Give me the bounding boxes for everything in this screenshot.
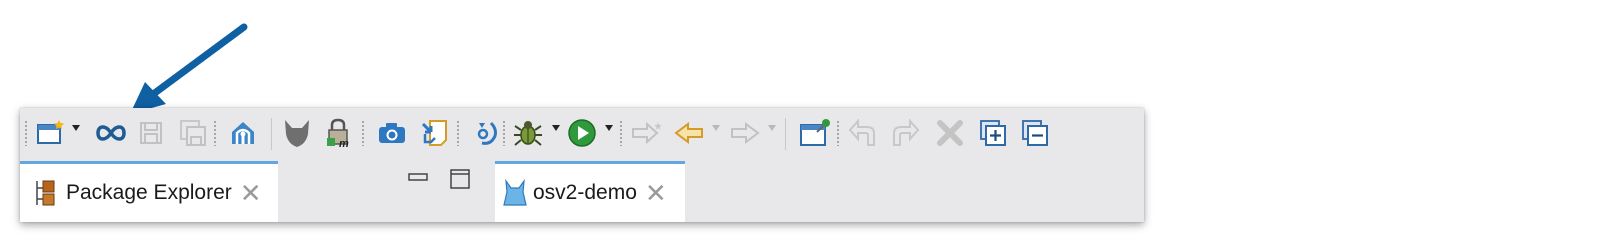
next-edit-button[interactable]: [630, 117, 664, 149]
save-all-button[interactable]: [176, 117, 210, 149]
forward-button[interactable]: [728, 117, 762, 149]
toolbar-grip[interactable]: [214, 120, 216, 146]
bug-icon: [514, 121, 542, 146]
save-icon: [140, 122, 162, 144]
infinity-tool-button[interactable]: [94, 117, 128, 149]
run-button[interactable]: [565, 117, 599, 149]
camera-button[interactable]: [375, 117, 409, 149]
toolbar-grip[interactable]: [620, 120, 622, 146]
package-explorer-icon: [36, 180, 55, 206]
import-button[interactable]: [417, 117, 451, 149]
undo-icon: [848, 119, 875, 146]
save-all-icon: [180, 120, 206, 146]
maximize-icon[interactable]: [450, 169, 470, 189]
run-dropdown[interactable]: [605, 125, 613, 131]
undo-button[interactable]: [846, 117, 880, 149]
back-dropdown[interactable]: [712, 125, 720, 131]
import-icon: [421, 120, 447, 146]
arrow-right-icon: [731, 122, 760, 144]
toolbar-grip[interactable]: [457, 120, 459, 146]
rotate-button[interactable]: [468, 117, 502, 149]
tab-label: Package Explorer: [66, 181, 232, 204]
close-icon[interactable]: ✕: [645, 180, 667, 206]
toolbar-divider: [785, 118, 786, 150]
close-icon[interactable]: ✕: [240, 180, 262, 206]
redo-icon: [893, 119, 920, 146]
collapse-all-icon: [1022, 120, 1048, 146]
arrow-right-star-icon: [632, 121, 662, 145]
back-button[interactable]: [672, 117, 706, 149]
rotate-icon: [477, 121, 497, 145]
camera-icon: [379, 123, 405, 143]
debug-button[interactable]: [511, 117, 545, 149]
toolbar-grip[interactable]: [503, 120, 505, 146]
tab-osv2-demo[interactable]: osv2-demo ✕: [495, 161, 685, 222]
debug-dropdown[interactable]: [552, 125, 560, 131]
view-tab-row: Package Explorer ✕ osv2-demo ✕: [20, 161, 1144, 222]
toolbar-divider: [271, 118, 272, 150]
toolbar-grip[interactable]: [25, 120, 27, 146]
pin-window-icon: [800, 119, 830, 146]
minimize-icon[interactable]: [408, 171, 428, 183]
tab-label: osv2-demo: [533, 181, 637, 204]
play-icon: [568, 119, 596, 147]
perspective-button[interactable]: [280, 117, 314, 149]
delete-button[interactable]: [933, 117, 967, 149]
eclipse-panel: m Package Explorer ✕ osv2-demo ✕: [20, 108, 1144, 222]
lock-icon: m: [327, 118, 349, 148]
mask-icon: [285, 120, 309, 147]
new-wizard-dropdown[interactable]: [72, 125, 80, 131]
forward-dropdown[interactable]: [768, 125, 776, 131]
new-wizard-button[interactable]: [34, 117, 68, 149]
dress-icon: [503, 179, 527, 206]
toolbar-grip[interactable]: [837, 120, 839, 146]
svg-text:m: m: [339, 138, 349, 148]
home-button[interactable]: [226, 117, 260, 149]
main-toolbar: m: [20, 108, 1144, 158]
arrow-left-icon: [674, 122, 703, 144]
delete-icon: [937, 120, 963, 146]
lock-build-button[interactable]: m: [322, 117, 356, 149]
home-icon: [232, 122, 254, 144]
infinity-icon: [96, 125, 126, 141]
tab-package-explorer[interactable]: Package Explorer ✕: [20, 161, 278, 222]
collapse-all-button[interactable]: [1018, 117, 1052, 149]
toolbar-grip[interactable]: [362, 120, 364, 146]
expand-all-button[interactable]: [976, 117, 1010, 149]
save-button[interactable]: [134, 117, 168, 149]
pin-editor-button[interactable]: [798, 117, 832, 149]
expand-all-icon: [980, 120, 1006, 146]
redo-button[interactable]: [888, 117, 922, 149]
new-window-icon: [37, 120, 64, 144]
